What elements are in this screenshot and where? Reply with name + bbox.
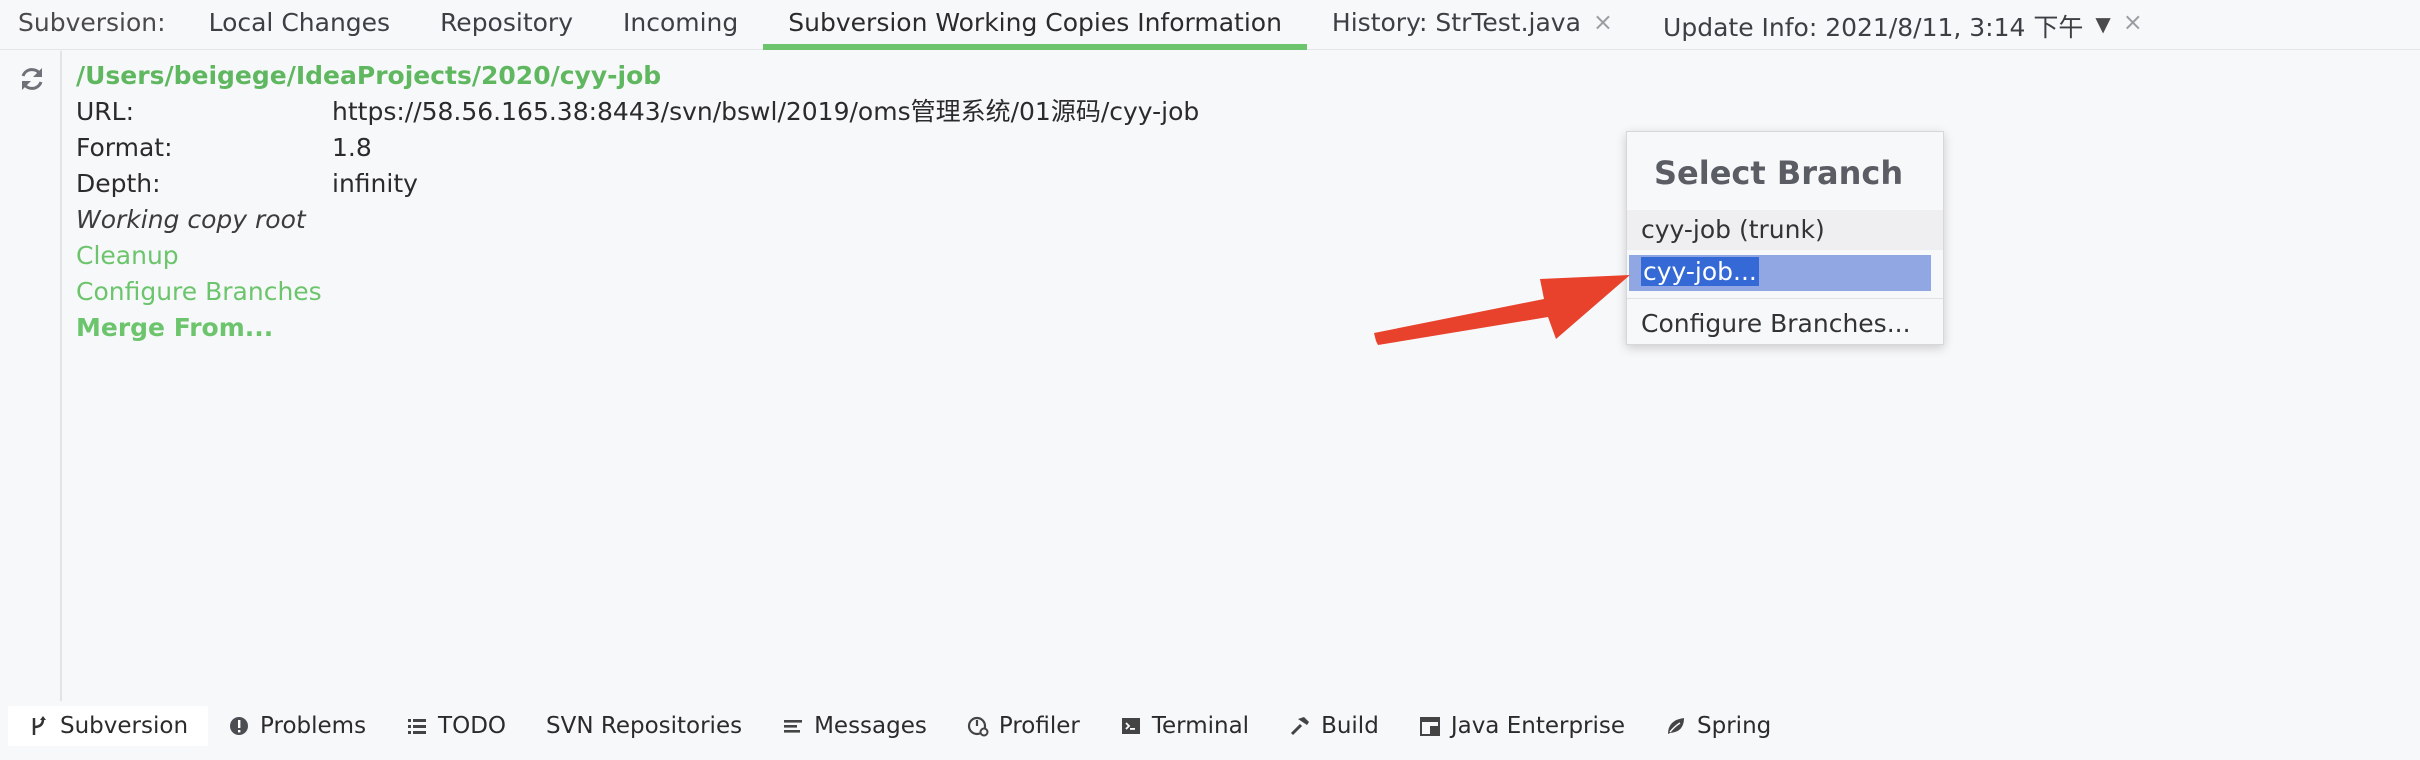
format-label: Format:	[76, 133, 173, 162]
tab-local-changes[interactable]: Local Changes	[184, 0, 415, 49]
configure-branches-item-label: Configure Branches...	[1641, 309, 1911, 338]
branch-icon	[32, 716, 46, 735]
todo-icon	[408, 719, 427, 734]
branch-item-trunk[interactable]: cyy-job (trunk)	[1627, 210, 1943, 250]
configure-branches-link[interactable]: Configure Branches	[76, 274, 1199, 310]
problems-icon	[230, 717, 249, 735]
build-icon	[1291, 717, 1310, 736]
dropdown-icon[interactable]: ▼	[2095, 12, 2110, 36]
java-enterprise-icon	[1419, 717, 1440, 736]
tool-window-title: Subversion:	[18, 8, 166, 37]
popup-separator	[1627, 298, 1943, 299]
left-toolbar	[0, 51, 62, 701]
tab-repository[interactable]: Repository	[415, 0, 598, 49]
refresh-icon[interactable]	[18, 65, 46, 93]
profiler-icon	[967, 716, 989, 737]
format-value: 1.8	[332, 133, 372, 162]
bottom-tab-todo[interactable]: TODO	[386, 706, 526, 746]
working-copy-path[interactable]: /Users/beigege/IdeaProjects/2020/cyy-job	[76, 58, 1199, 94]
format-row: Format: 1.8	[76, 130, 1199, 166]
tab-history[interactable]: History: StrTest.java ×	[1307, 0, 1638, 49]
branch-item-label: cyy-job (trunk)	[1641, 215, 1825, 244]
bottom-tab-label: Messages	[814, 713, 927, 739]
popup-title: Select Branch	[1654, 154, 1904, 192]
close-icon[interactable]: ×	[2123, 8, 2143, 36]
url-value: https://58.56.165.38:8443/svn/bswl/2019/…	[332, 97, 1200, 126]
spring-icon	[1668, 718, 1685, 734]
bottom-tab-label: Problems	[260, 713, 367, 739]
working-copy-root-label: Working copy root	[76, 205, 306, 234]
bottom-tab-label: Java Enterprise	[1450, 713, 1626, 739]
depth-row: Depth: infinity	[76, 166, 1199, 202]
bottom-tab-terminal[interactable]: Terminal	[1100, 706, 1269, 746]
tab-label: Incoming	[623, 8, 739, 37]
tab-working-copies-information[interactable]: Subversion Working Copies Information	[763, 0, 1307, 50]
bottom-tab-java-enterprise[interactable]: Java Enterprise	[1399, 706, 1645, 746]
select-branch-popup: Select Branch cyy-job (trunk) cyy-job...…	[1626, 131, 1944, 345]
tab-update-info[interactable]: Update Info: 2021/8/11, 3:14 下午 ▼ ×	[1638, 0, 2168, 49]
bottom-tab-problems[interactable]: Problems	[208, 706, 386, 746]
url-row: URL: https://58.56.165.38:8443/svn/bswl/…	[76, 94, 1199, 130]
cleanup-link[interactable]: Cleanup	[76, 238, 1199, 274]
tab-incoming[interactable]: Incoming	[598, 0, 763, 49]
close-icon[interactable]: ×	[1593, 8, 1613, 36]
bottom-tab-messages[interactable]: Messages	[762, 706, 947, 746]
bottom-tab-profiler[interactable]: Profiler	[947, 706, 1100, 746]
merge-from-link[interactable]: Merge From...	[76, 310, 1199, 346]
configure-branches-item[interactable]: Configure Branches...	[1627, 304, 1943, 344]
bottom-tab-spring[interactable]: Spring	[1645, 706, 1791, 746]
tab-label: Repository	[440, 8, 573, 37]
bottom-tab-label: Spring	[1697, 713, 1772, 739]
tab-label: History: StrTest.java	[1331, 8, 1581, 37]
terminal-icon	[1121, 718, 1140, 734]
url-label: URL:	[76, 97, 135, 126]
tab-label: Subversion Working Copies Information	[788, 8, 1282, 37]
bottom-tab-label: Subversion	[60, 713, 189, 739]
depth-label: Depth:	[76, 169, 161, 198]
bottom-tab-label: TODO	[438, 713, 507, 739]
tool-window-tab-bar: Subversion: Local Changes Repository Inc…	[0, 0, 2420, 50]
bottom-tool-window-bar: Subversion Problems TODO SVN Repositorie…	[0, 702, 2420, 750]
bottom-tab-label: Profiler	[998, 713, 1080, 739]
tab-label: Local Changes	[208, 8, 391, 37]
depth-value: infinity	[332, 169, 418, 198]
bottom-tab-build[interactable]: Build	[1269, 706, 1399, 746]
messages-icon	[784, 720, 803, 733]
bottom-tab-subversion[interactable]: Subversion	[8, 706, 209, 746]
working-copy-info: /Users/beigege/IdeaProjects/2020/cyy-job…	[76, 58, 1199, 346]
bottom-tab-svn-repositories[interactable]: SVN Repositories	[526, 706, 762, 746]
branch-item-other[interactable]: cyy-job...	[1627, 252, 1943, 292]
tab-label: Update Info: 2021/8/11, 3:14 下午	[1663, 13, 2084, 42]
bottom-tab-label: Build	[1321, 713, 1379, 739]
annotation-arrow-icon	[1374, 275, 1630, 345]
bottom-tab-label: Terminal	[1151, 713, 1250, 739]
bottom-tab-label: SVN Repositories	[546, 713, 743, 739]
branch-item-label: cyy-job...	[1641, 257, 1759, 286]
